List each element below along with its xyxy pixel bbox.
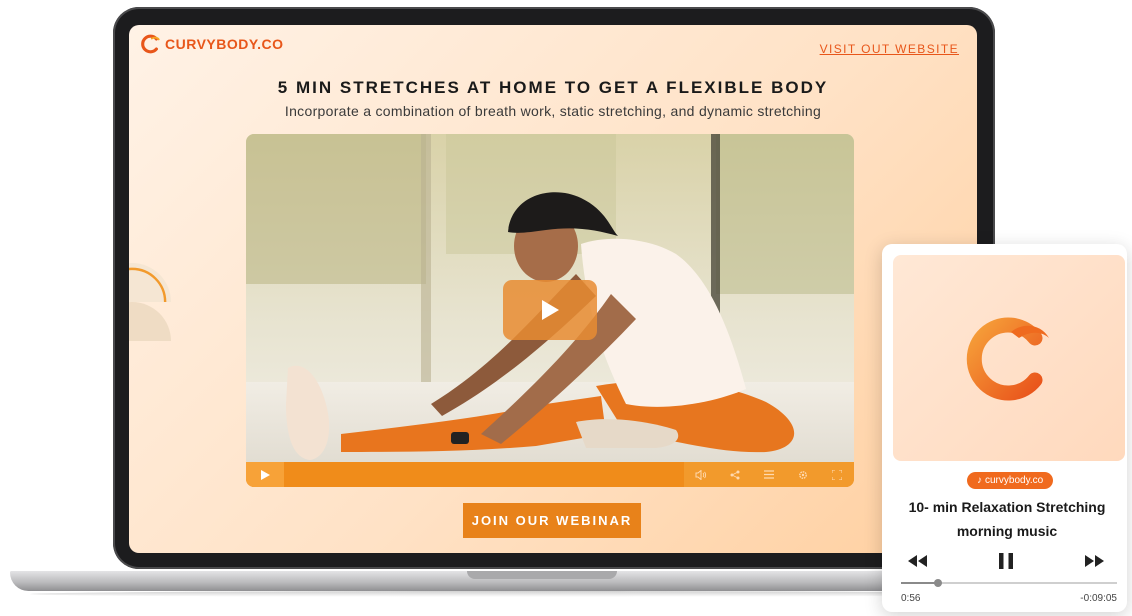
source-chip[interactable]: ♪ curvybody.co [967, 472, 1054, 489]
pause-button[interactable] [990, 549, 1022, 573]
brand-name: CURVYBODY.CO [165, 36, 284, 52]
seek-bar-handle[interactable] [933, 579, 942, 587]
video-control-bar [246, 462, 854, 487]
play-icon [542, 300, 559, 320]
pause-icon [999, 553, 1013, 569]
video-control-group [684, 462, 854, 487]
curvybody-logo-icon [966, 317, 1049, 401]
join-webinar-button[interactable]: JOIN OUR WEBINAR [463, 503, 641, 538]
rewind-icon [908, 555, 927, 567]
fullscreen-button[interactable] [820, 462, 854, 487]
track-title: 10- min Relaxation Stretching morning mu… [908, 499, 1106, 539]
seek-bar-fill [901, 582, 938, 584]
elapsed-time: 0:56 [901, 593, 921, 604]
source-chip-label: curvybody.co [985, 475, 1044, 486]
video-progress-track[interactable] [284, 462, 684, 487]
laptop-screen: CURVYBODY.CO VISIT OUT WEBSITE 5 MIN STR… [129, 25, 977, 553]
settings-icon [799, 470, 807, 479]
share-button[interactable] [718, 462, 752, 487]
video-player[interactable] [246, 134, 854, 487]
volume-button[interactable] [684, 462, 718, 487]
seek-bar[interactable] [901, 579, 1117, 587]
playlist-button[interactable] [752, 462, 786, 487]
fullscreen-icon [832, 469, 842, 480]
volume-icon [695, 469, 707, 480]
brand-logo[interactable]: CURVYBODY.CO [139, 33, 284, 55]
page-subtitle: Incorporate a combination of breath work… [284, 103, 822, 119]
laptop-notch [467, 571, 617, 579]
visit-website-link[interactable]: VISIT OUT WEBSITE [820, 42, 959, 56]
laptop-shadow [30, 591, 1015, 597]
album-art [893, 255, 1125, 461]
control-play-button[interactable] [246, 462, 284, 487]
decorative-semicircle [129, 263, 171, 341]
rewind-button[interactable] [901, 549, 933, 573]
curvybody-logo-icon [141, 34, 160, 54]
play-icon [260, 469, 270, 480]
music-note-icon: ♪ [977, 475, 982, 486]
share-icon [730, 470, 740, 479]
remaining-time: -0:09:05 [1080, 593, 1117, 604]
fast-forward-button[interactable] [1079, 549, 1111, 573]
page-title: 5 MIN STRETCHES AT HOME TO GET A FLEXIBL… [277, 78, 829, 97]
playback-controls [901, 549, 1111, 573]
playlist-icon [764, 470, 774, 479]
settings-button[interactable] [786, 462, 820, 487]
music-player-card: ♪ curvybody.co 10- min Relaxation Stretc… [882, 244, 1127, 612]
big-play-button[interactable] [503, 280, 597, 340]
fast-forward-icon [1085, 555, 1104, 567]
